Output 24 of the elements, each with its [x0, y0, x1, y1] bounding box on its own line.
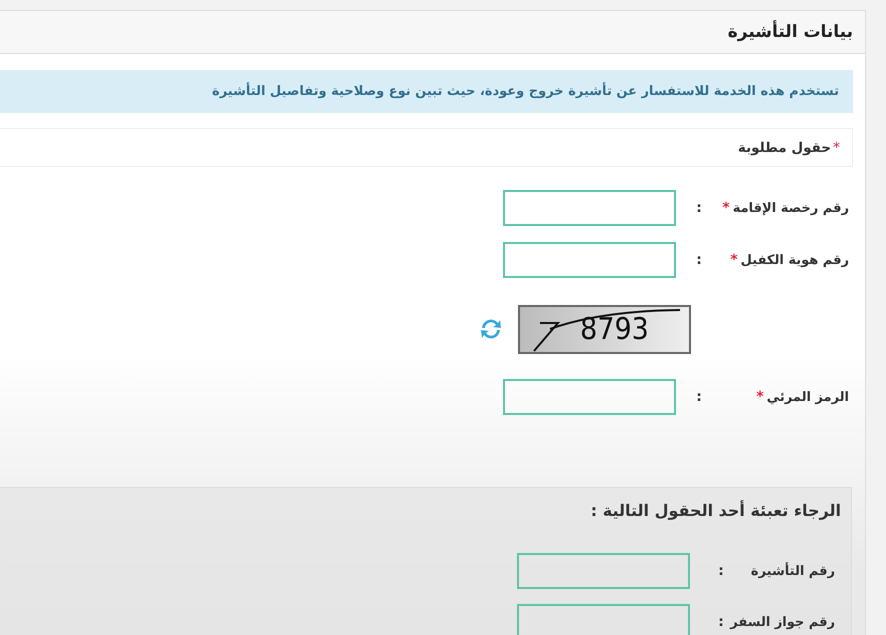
section-title: الرجاء تعبئة أحد الحقول التالية :	[590, 500, 841, 520]
input-field[interactable]	[503, 242, 676, 278]
colon: :	[717, 563, 725, 579]
field-label: الرمز المرئي	[766, 390, 849, 404]
info-message: تستخدم هذه الخدمة للاستفسار عن تأشيرة خروج وعودة، حيث تبين نوع وصلاحية وتفاصيل التأشيرة	[212, 84, 839, 99]
required-asterisk: *	[833, 140, 840, 156]
field-label: رقم جواز السفر	[730, 614, 835, 630]
required-asterisk: *	[722, 200, 730, 216]
input-field[interactable]	[517, 604, 690, 635]
required-asterisk: *	[730, 252, 738, 268]
input-field[interactable]	[503, 190, 676, 226]
colon: :	[695, 200, 703, 216]
colon: :	[717, 614, 725, 630]
field-label: رقم التأشيرة	[750, 564, 835, 578]
panel-title: بيانات التأشيرة	[728, 22, 853, 42]
colon: :	[695, 252, 703, 268]
input-field[interactable]	[503, 379, 676, 415]
field-label: رقم رخصة الإقامة	[732, 200, 849, 216]
colon: :	[695, 389, 703, 405]
input-field[interactable]	[517, 553, 690, 589]
required-asterisk: *	[756, 389, 764, 405]
field-label: رقم هوية الكفيل	[740, 252, 849, 268]
captcha-image: 8793	[518, 304, 691, 354]
required-note: حقول مطلوبة	[738, 140, 831, 156]
